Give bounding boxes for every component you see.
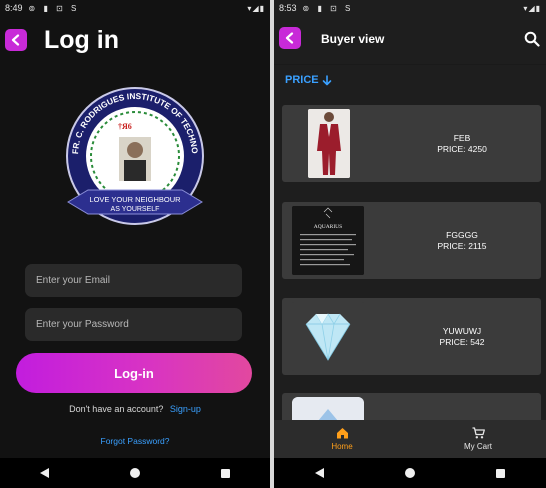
product-info: FGGGG PRICE: 2115: [417, 202, 507, 279]
product-name: YUWUWJ: [442, 325, 482, 336]
product-image: AQUARIUS: [292, 206, 364, 275]
nav-home-icon[interactable]: [129, 468, 140, 478]
nav-back-icon[interactable]: [40, 468, 50, 478]
status-bar: 8:53 ⊚ ▮ ⊡ S ▾◢▮: [274, 0, 546, 14]
product-image: [308, 109, 350, 178]
product-info: YUWUWJ PRICE: 542: [417, 298, 507, 375]
login-button[interactable]: Log-in: [16, 353, 252, 393]
status-time: 8:49: [5, 3, 23, 13]
tab-label: My Cart: [464, 442, 492, 451]
nav-recents-icon[interactable]: [220, 468, 230, 478]
product-price: PRICE: 542: [439, 336, 485, 347]
product-card[interactable]: FEB PRICE: 4250: [282, 105, 541, 182]
tab-label: Home: [331, 442, 353, 451]
nav-recents-icon[interactable]: [496, 468, 506, 478]
nav-home-icon[interactable]: [404, 468, 415, 478]
aquarius-poster-image: AQUARIUS: [292, 206, 364, 275]
buyer-view-screen: 8:53 ⊚ ▮ ⊡ S ▾◢▮ Buyer view PRICE FEB PR…: [274, 0, 546, 488]
product-name: FGGGG: [446, 229, 478, 240]
screenshot-pair: 8:49 ⊚ ▮ ⊡ S ▾◢▮ Log in FR. C. RODRIGUES…: [0, 0, 546, 488]
arrow-down-icon: [322, 74, 331, 85]
signup-row: Don't have an account? Sign-up: [0, 404, 270, 414]
tab-my-cart[interactable]: My Cart: [410, 420, 546, 458]
product-image: [292, 302, 364, 371]
logo-banner-line1: LOVE YOUR NEIGHBOUR: [89, 195, 181, 204]
chevron-left-icon: [285, 32, 294, 44]
bottom-tab-bar: Home My Cart: [274, 420, 546, 458]
signup-link[interactable]: Sign-up: [170, 404, 201, 414]
nav-back-icon[interactable]: [314, 468, 324, 478]
page-title: Log in: [44, 26, 119, 54]
notification-icons: ⊚ ▮ ⊡ S: [302, 3, 354, 13]
page-title: Buyer view: [321, 32, 385, 46]
logo-banner-line2: AS YOURSELF: [111, 206, 160, 213]
signal-battery-icons: ▾◢▮: [247, 3, 265, 13]
system-nav-bar: [0, 458, 270, 488]
login-screen: 8:49 ⊚ ▮ ⊡ S ▾◢▮ Log in FR. C. RODRIGUES…: [0, 0, 270, 488]
no-account-text: Don't have an account?: [69, 404, 164, 414]
back-button[interactable]: [279, 27, 301, 49]
back-button[interactable]: [5, 29, 27, 51]
signal-battery-icons: ▾◢▮: [523, 3, 541, 13]
tab-home[interactable]: Home: [274, 420, 410, 458]
product-card[interactable]: YUWUWJ PRICE: 542: [282, 298, 541, 375]
sort-label: PRICE: [285, 74, 319, 86]
product-card[interactable]: AQUARIUS FGGGG PRICE: 2115: [282, 202, 541, 279]
product-price: PRICE: 2115: [437, 240, 487, 251]
red-suit-image: [308, 109, 350, 178]
chevron-left-icon: [11, 34, 20, 46]
college-logo: FR. C. RODRIGUES INSTITUTE OF TECHNOLOGY…: [60, 84, 204, 225]
password-field[interactable]: [25, 308, 242, 341]
search-icon[interactable]: [524, 31, 540, 47]
product-price: PRICE: 4250: [437, 143, 487, 154]
cart-icon: [472, 427, 485, 439]
system-nav-bar: [274, 458, 546, 488]
sort-by-price-button[interactable]: PRICE: [285, 74, 332, 86]
diamond-image: [292, 302, 364, 371]
forgot-password-link[interactable]: Forgot Password?: [0, 436, 270, 446]
email-field[interactable]: [25, 264, 242, 297]
header-divider: [274, 64, 546, 65]
notification-icons: ⊚ ▮ ⊡ S: [28, 3, 80, 13]
status-time: 8:53: [279, 3, 297, 13]
product-name: FEB: [453, 132, 471, 143]
svg-text:†Я6: †Я6: [118, 122, 132, 131]
svg-text:AQUARIUS: AQUARIUS: [314, 224, 342, 230]
product-info: FEB PRICE: 4250: [417, 105, 507, 182]
home-icon: [336, 428, 348, 439]
status-bar: 8:49 ⊚ ▮ ⊡ S ▾◢▮: [0, 0, 270, 14]
